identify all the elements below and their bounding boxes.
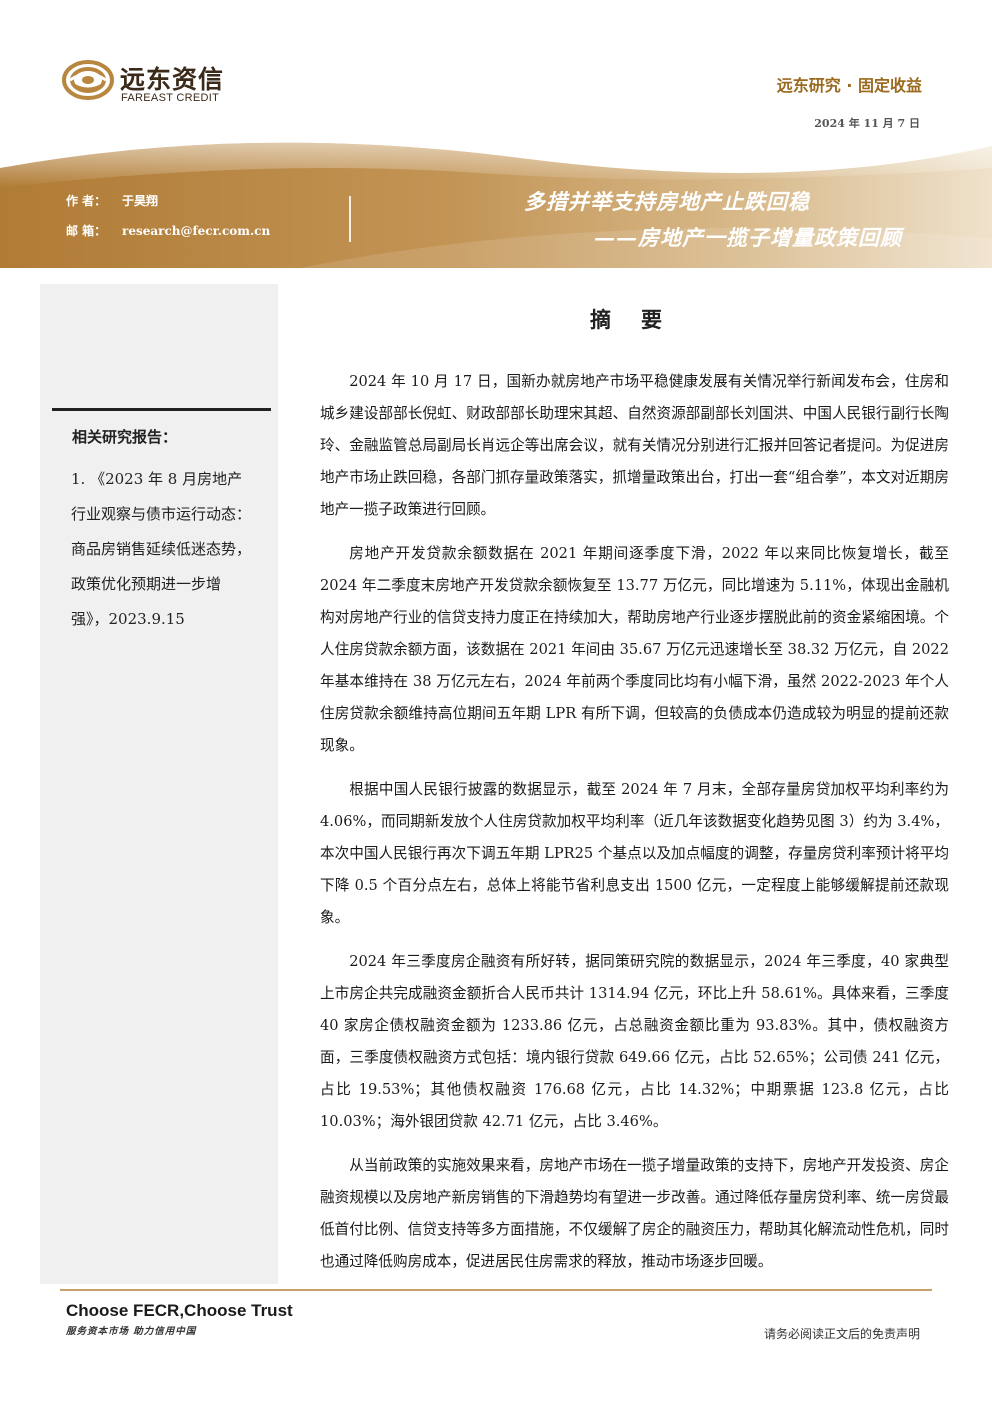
abstract-heading: 摘要 (590, 308, 692, 332)
author-label: 作 者： (66, 194, 107, 208)
brand-logo: 远东资信 FAREAST CREDIT (62, 58, 262, 108)
brand-name-cn: 远东资信 (120, 65, 225, 94)
footer-slogan-en: Choose FECR,Choose Trust (66, 1301, 293, 1320)
author-name: 于昊翔 (122, 194, 159, 208)
related-reports-title: 相关研究报告： (72, 428, 178, 446)
brand-name-en: FAREAST CREDIT (121, 92, 220, 104)
footer-divider (60, 1289, 932, 1291)
report-title: 多措并举支持房地产止跌回稳 (524, 189, 810, 214)
footer-slogan-cn: 服务资本市场 助力信用中国 (66, 1326, 197, 1337)
author-row: 作 者： 于昊翔 (66, 192, 158, 209)
email-label: 邮 箱： (66, 224, 107, 238)
report-subtitle: ——房地产一揽子增量政策回顾 (594, 225, 902, 250)
author-email[interactable]: research@fecr.com.cn (122, 224, 270, 238)
email-row: 邮 箱： research@fecr.com.cn (66, 222, 270, 239)
abstract-paragraph: 从当前政策的实施效果来看，房地产市场在一揽子增量政策的支持下，房地产开发投资、房… (320, 1157, 949, 1270)
abstract-paragraph: 2024 年三季度房企融资有所好转，据同策研究院的数据显示，2024 年三季度，… (320, 953, 949, 1130)
abstract-paragraph: 2024 年 10 月 17 日，国新办就房地产市场平稳健康发展有关情况举行新闻… (320, 373, 949, 518)
report-series: 远东研究 · 固定收益 (776, 76, 922, 95)
related-report-item[interactable]: 1. 《2023 年 8 月房地产行业观察与债市运行动态：商品房销售延续低迷态势… (71, 462, 253, 637)
abstract-body: 2024 年 10 月 17 日，国新办就房地产市场平稳健康发展有关情况举行新闻… (320, 366, 949, 1290)
abstract-paragraph: 房地产开发贷款余额数据在 2021 年期间逐季度下滑，2022 年以来同比恢复增… (320, 545, 949, 754)
abstract-paragraph: 根据中国人民银行披露的数据显示，截至 2024 年 7 月末，全部存量房贷加权平… (320, 781, 949, 926)
sidebar-divider (52, 408, 271, 411)
fareast-logo-icon (62, 60, 114, 100)
banner-divider (349, 196, 351, 242)
disclaimer-note: 请务必阅读正文后的免责声明 (763, 1327, 920, 1341)
